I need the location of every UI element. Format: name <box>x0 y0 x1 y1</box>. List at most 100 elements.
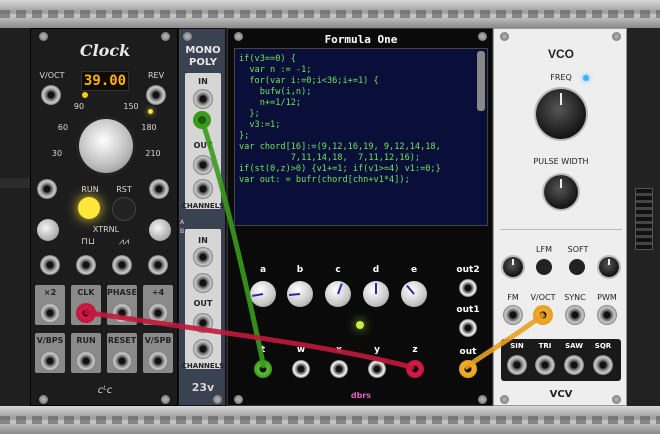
fm-input-jack[interactable] <box>503 305 523 325</box>
voct-input-jack[interactable] <box>533 305 553 325</box>
swing-knob-right[interactable] <box>149 219 171 241</box>
knob-e[interactable] <box>401 281 427 307</box>
channels-jack-b[interactable] <box>193 339 213 359</box>
fm-knob[interactable] <box>503 257 523 277</box>
clk-label: CLK <box>77 288 95 297</box>
tri-output-jack[interactable] <box>535 355 555 375</box>
title-line-2: POLY <box>189 57 217 68</box>
div4-output-jack[interactable] <box>148 303 168 323</box>
poly-in-jack-a[interactable] <box>193 89 213 109</box>
rev-jack[interactable] <box>146 85 166 105</box>
in-label-a: IN <box>198 77 208 86</box>
soft-label: SOFT <box>567 245 589 254</box>
out-jack[interactable] <box>459 360 477 378</box>
out2-jack[interactable] <box>459 279 477 297</box>
pwm-label: PWM <box>597 293 617 302</box>
clock-module: Clock V/OCT 39.00 REV 90 150 60 180 30 2… <box>30 28 178 406</box>
dial-tick-180: 180 <box>141 123 157 132</box>
lfm-label: LFM <box>536 245 552 254</box>
code-editor[interactable]: if(v3==0) { var n := -1; for(var i:=0;i<… <box>234 48 488 226</box>
mono-out-jack-b[interactable] <box>193 313 213 333</box>
out1-label: out1 <box>456 305 480 315</box>
div4-label: ÷4 <box>151 288 165 297</box>
module-title: Formula One <box>324 33 398 46</box>
out2-label: out2 <box>456 265 480 275</box>
mono-out-jack-a[interactable] <box>193 155 213 175</box>
channels-label-a: CHANNELS <box>181 202 225 210</box>
poly-in-jack-b[interactable] <box>193 247 213 267</box>
xtrnl-label: XTRNL <box>92 225 120 234</box>
jack-label-x: x <box>336 345 342 355</box>
brand-logo: VCV <box>549 389 573 400</box>
rack-rail-top <box>0 0 660 28</box>
freq-knob[interactable] <box>536 89 586 139</box>
knob-d[interactable] <box>363 281 389 307</box>
phase-label: PHASE <box>107 288 137 297</box>
jack-r1-3[interactable] <box>112 255 132 275</box>
reset-output-jack[interactable] <box>112 351 132 371</box>
clk-output-jack[interactable] <box>76 303 96 323</box>
z-input-jack[interactable] <box>406 360 424 378</box>
run-input-jack[interactable] <box>37 179 57 199</box>
voct-input-jack[interactable] <box>41 85 61 105</box>
run-output-jack[interactable] <box>76 351 96 371</box>
pwm-input-jack[interactable] <box>597 305 617 325</box>
pulse-width-knob[interactable] <box>544 175 578 209</box>
bpm-knob[interactable] <box>79 119 133 173</box>
poly-in-jack-b2[interactable] <box>193 273 213 293</box>
jack-r1-4[interactable] <box>148 255 168 275</box>
x2-label: ×2 <box>43 288 57 297</box>
sync-input-jack[interactable] <box>565 305 585 325</box>
vbps-label: V/BPS <box>36 336 64 345</box>
code-text[interactable]: if(v3==0) { var n := -1; for(var i:=0;i<… <box>235 49 487 191</box>
rack-rail-bottom <box>0 406 660 434</box>
sin-output-jack[interactable] <box>507 355 527 375</box>
knob-c[interactable] <box>325 281 351 307</box>
status-led <box>356 321 364 329</box>
channels-jack-a[interactable] <box>193 179 213 199</box>
swing-knob-left[interactable] <box>37 219 59 241</box>
jack-r1-1[interactable] <box>40 255 60 275</box>
editor-scrollbar[interactable] <box>477 51 485 111</box>
sqr-output-jack[interactable] <box>593 355 613 375</box>
vco-module: VCO FREQ PULSE WIDTH LFM SOFT FM V/OCT S… <box>493 28 627 406</box>
x-input-jack[interactable] <box>330 360 348 378</box>
formula-one-module: Formula One if(v3==0) { var n := -1; for… <box>227 28 493 406</box>
out-label: out <box>459 347 477 357</box>
title-line-1: MONO <box>185 45 221 56</box>
vspb-output-jack[interactable] <box>148 351 168 371</box>
knob-label-b: b <box>296 265 304 275</box>
reset-input-jack[interactable] <box>149 179 169 199</box>
brand-logo: ᴄᴸᴄ <box>97 385 113 396</box>
dial-tick-60: 60 <box>57 123 69 132</box>
run-label: RUN <box>81 185 99 194</box>
saw-label: SAW <box>565 342 583 350</box>
out1-jack[interactable] <box>459 319 477 337</box>
jack-r1-2[interactable] <box>76 255 96 275</box>
bpm-display: 39.00 <box>81 71 129 91</box>
soft-switch[interactable] <box>569 259 585 275</box>
in-label-b: IN <box>198 236 208 245</box>
reset-button[interactable] <box>112 197 136 221</box>
section-a-label: A <box>179 219 185 226</box>
lfm-switch[interactable] <box>536 259 552 275</box>
y-input-jack[interactable] <box>368 360 386 378</box>
x2-output-jack[interactable] <box>40 303 60 323</box>
t-input-jack[interactable] <box>254 360 272 378</box>
sin-label: SIN <box>510 342 524 350</box>
saw-output-jack[interactable] <box>564 355 584 375</box>
pwm-knob[interactable] <box>599 257 619 277</box>
bpm-led <box>82 92 88 98</box>
vbps-output-jack[interactable] <box>40 351 60 371</box>
dial-tick-210: 210 <box>145 149 161 158</box>
saw-wave-label: ⩘⩘ <box>118 237 130 247</box>
dial-tick-150: 150 <box>123 102 139 111</box>
w-input-jack[interactable] <box>292 360 310 378</box>
brand-logo: 23v <box>191 381 215 394</box>
run-button[interactable] <box>78 197 100 219</box>
phase-output-jack[interactable] <box>112 303 132 323</box>
out-label-a: OUT <box>193 141 213 150</box>
monopoly-module: MONO POLY IN OUT CHANNELS A B IN OUT CHA… <box>178 28 226 406</box>
knob-b[interactable] <box>287 281 313 307</box>
knob-a[interactable] <box>250 281 276 307</box>
